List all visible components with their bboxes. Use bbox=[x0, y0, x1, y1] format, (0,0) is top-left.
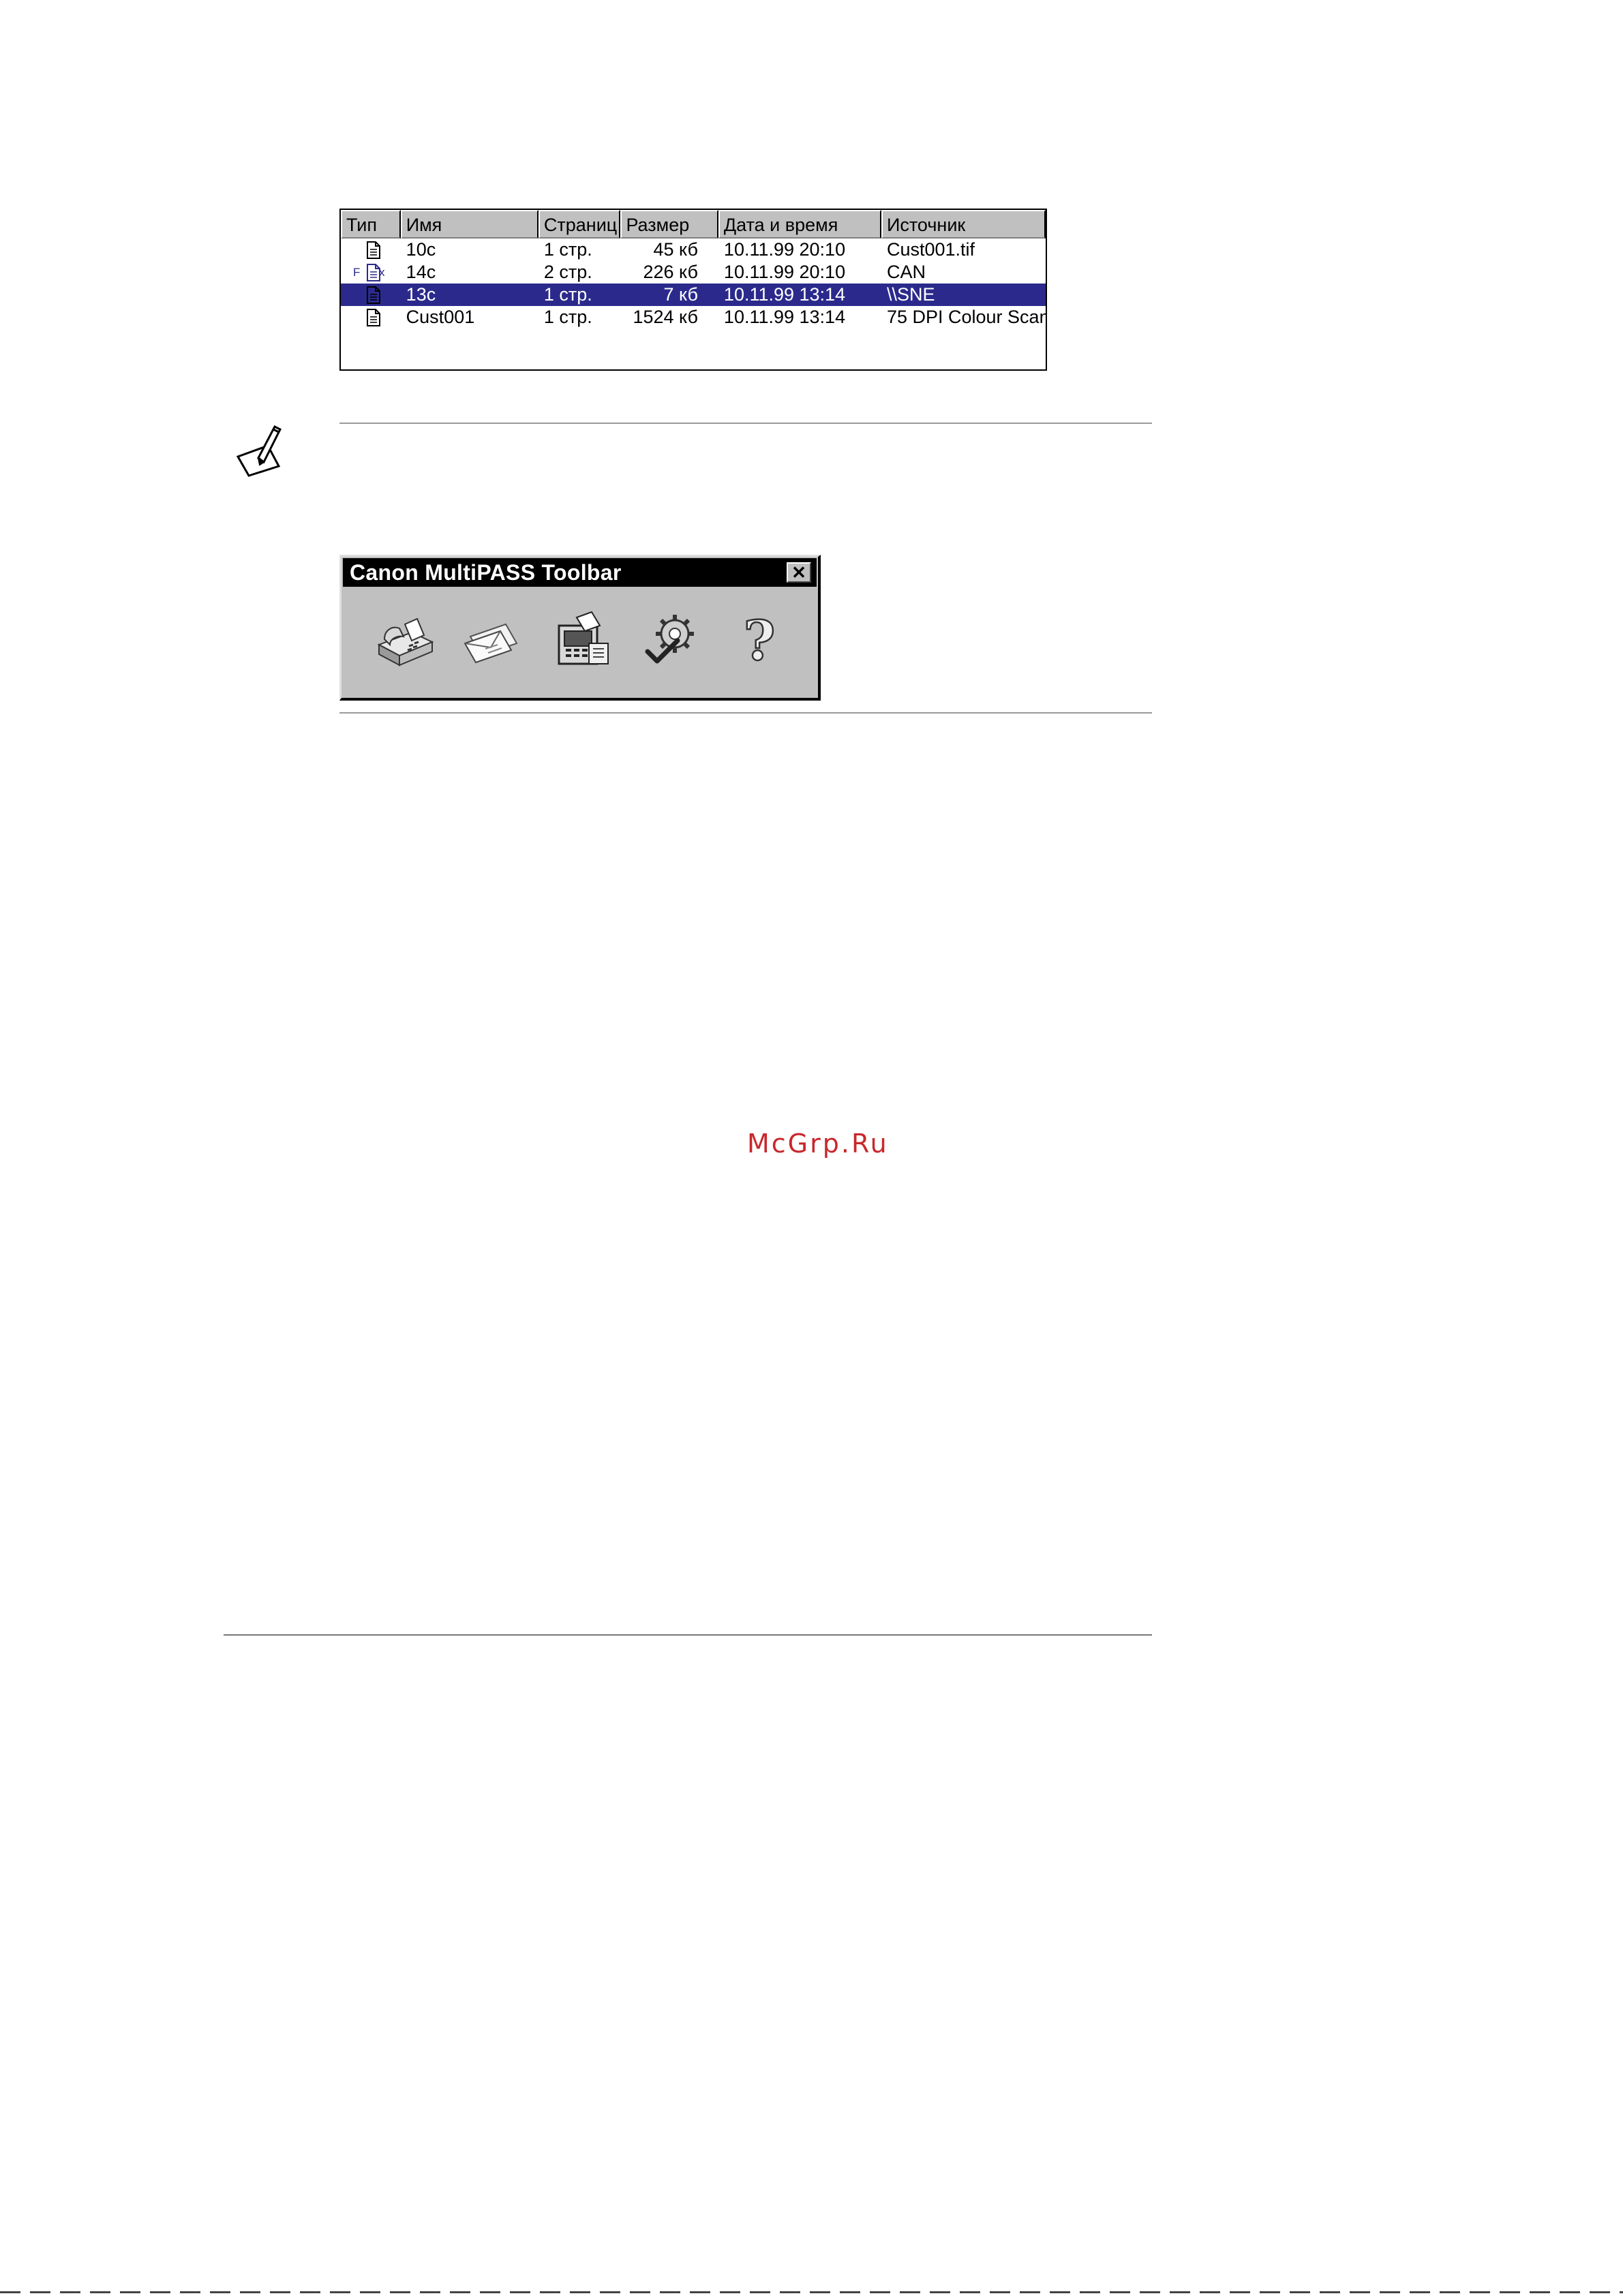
gear-check-icon bbox=[645, 615, 694, 664]
name-cell: 10c bbox=[406, 239, 436, 260]
table-row[interactable]: F x 14c 2 стр. 226 кб 10.11.99 20:10 CAN bbox=[341, 261, 1046, 284]
help-button[interactable]: ? bbox=[715, 600, 804, 681]
datetime-cell: 10.11.99 13:14 bbox=[723, 307, 846, 327]
size-cell: 7 кб bbox=[663, 284, 698, 305]
table-row[interactable]: 10c 1 стр. 45 кб 10.11.99 20:10 Cust001.… bbox=[341, 239, 1046, 261]
toolbar-title: Canon MultiPASS Toolbar bbox=[350, 560, 622, 585]
pages-cell: 1 стр. bbox=[543, 307, 592, 327]
envelopes-icon bbox=[464, 623, 518, 664]
pages-cell: 1 стр. bbox=[543, 284, 592, 305]
note-top-rule bbox=[339, 423, 1152, 424]
size-cell: 1524 кб bbox=[633, 307, 698, 327]
source-cell: CAN bbox=[886, 262, 926, 282]
watermark: McGrp.Ru bbox=[747, 1129, 889, 1159]
toolbar-buttons: ? bbox=[342, 588, 818, 681]
datetime-cell: 10.11.99 13:14 bbox=[723, 284, 846, 305]
desktop-manager-icon bbox=[558, 611, 609, 665]
type-cell bbox=[341, 284, 401, 306]
desktop-manager-button[interactable] bbox=[538, 600, 626, 681]
document-icon bbox=[366, 308, 380, 326]
list-header: Тип Имя Страниц Размер Дата и время Исто… bbox=[341, 210, 1046, 239]
mail-button[interactable] bbox=[449, 600, 538, 681]
toolbar-titlebar[interactable]: Canon MultiPASS Toolbar ✕ bbox=[343, 558, 817, 587]
name-cell: 13c bbox=[406, 284, 436, 305]
source-cell: \\SNE bbox=[886, 284, 935, 305]
type-cell bbox=[341, 306, 401, 328]
section-divider bbox=[224, 1634, 1152, 1636]
close-icon: ✕ bbox=[791, 562, 806, 583]
size-cell: 45 кб bbox=[653, 239, 698, 260]
fax-label-right: x bbox=[379, 266, 385, 279]
file-list-view[interactable]: Тип Имя Страниц Размер Дата и время Исто… bbox=[339, 209, 1047, 371]
pages-cell: 2 стр. bbox=[543, 262, 592, 282]
svg-text:?: ? bbox=[744, 609, 776, 673]
column-header-source[interactable]: Источник bbox=[881, 210, 1046, 239]
multipass-toolbar-window[interactable]: Canon MultiPASS Toolbar ✕ ? bbox=[339, 555, 821, 701]
size-cell: 226 кб bbox=[643, 262, 698, 282]
page-edge-dashes bbox=[0, 2291, 1623, 2293]
table-row-selected[interactable]: 13c 1 стр. 7 кб 10.11.99 13:14 \\SNE bbox=[341, 284, 1046, 306]
close-button[interactable]: ✕ bbox=[787, 562, 811, 583]
pencil-note-icon bbox=[236, 425, 282, 477]
source-cell: 75 DPI Colour Scan bbox=[886, 307, 1046, 327]
help-icon: ? bbox=[742, 608, 776, 674]
datetime-cell: 10.11.99 20:10 bbox=[723, 262, 846, 282]
column-header-name[interactable]: Имя bbox=[400, 210, 539, 239]
column-header-pages[interactable]: Страниц bbox=[538, 210, 621, 239]
name-cell: Cust001 bbox=[406, 307, 475, 327]
column-header-datetime[interactable]: Дата и время bbox=[718, 210, 881, 239]
setup-button[interactable] bbox=[626, 600, 715, 681]
type-cell: F x bbox=[341, 261, 401, 284]
note-bottom-rule bbox=[339, 712, 1152, 714]
datetime-cell: 10.11.99 20:10 bbox=[723, 239, 846, 260]
fax-label-left: F bbox=[353, 266, 361, 279]
column-header-type[interactable]: Тип bbox=[341, 210, 401, 239]
fax-machine-icon bbox=[377, 617, 434, 667]
name-cell: 14c bbox=[406, 262, 436, 282]
document-icon bbox=[366, 241, 380, 259]
type-cell bbox=[341, 239, 401, 261]
table-row[interactable]: Cust001 1 стр. 1524 кб 10.11.99 13:14 75… bbox=[341, 306, 1046, 328]
fax-button[interactable] bbox=[361, 600, 449, 681]
document-icon bbox=[366, 286, 380, 304]
source-cell: Cust001.tif bbox=[886, 239, 975, 260]
pages-cell: 1 стр. bbox=[543, 239, 592, 260]
column-header-size[interactable]: Размер bbox=[620, 210, 718, 239]
